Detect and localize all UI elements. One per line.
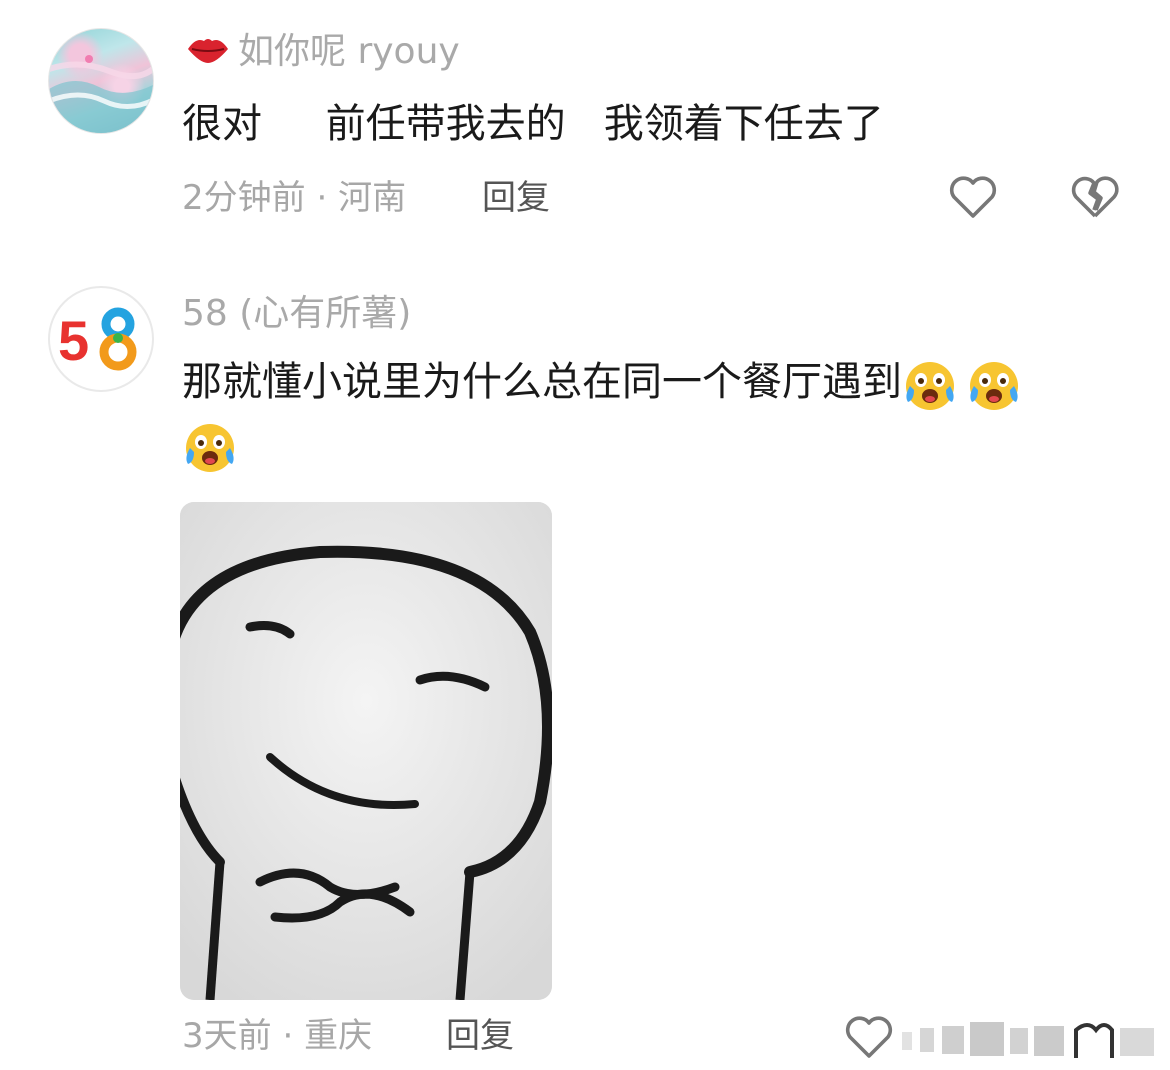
username-text: 如你呢 ryouy [238,31,460,72]
comment-location: 河南 [338,178,407,218]
broken-heart-icon[interactable] [1068,170,1122,224]
reply-button[interactable]: 回复 [446,1014,514,1058]
reply-button[interactable]: 回复 [482,176,550,220]
smirking-meme-sticker[interactable] [180,502,552,1000]
avatar[interactable]: 5 [48,286,154,392]
heart-outline-icon[interactable] [842,1010,896,1064]
avatar[interactable] [48,28,154,134]
comment-item: 5 58 (心有所薯) 那就懂小说里为什么总在同一个餐厅遇到 [0,270,1170,1070]
comment-meta: 2分钟前 · 河南 [182,176,406,220]
username[interactable]: 58 (心有所薯) [182,292,411,336]
meta-separator: · [316,178,328,218]
username[interactable]: 如你呢 ryouy [186,30,460,74]
watermark-overlay [902,1022,1154,1058]
brand-58-logo-icon: 5 [58,307,137,372]
comment-time: 3天前 [182,1016,272,1056]
meme-face-image [180,502,552,1000]
sea-photo-avatar [49,55,153,133]
avatar-text-five: 5 [58,309,89,372]
crying-laughing-face-icon [182,418,238,474]
comment-item: 如你呢 ryouy 很对 前任带我去的 我领着下任去了 2分钟前 · 河南 回复 [0,0,1170,240]
meta-separator: · [282,1016,294,1056]
heart-outline-icon[interactable] [946,170,1000,224]
comment-meta: 3天前 · 重庆 [182,1014,372,1058]
comment-text: 那就懂小说里为什么总在同一个餐厅遇到 [182,352,1122,474]
comment-text: 很对 前任带我去的 我领着下任去了 [182,101,884,147]
crying-laughing-face-icon [902,356,958,412]
comment-text-body: 那就懂小说里为什么总在同一个餐厅遇到 [182,359,902,405]
comment-time: 2分钟前 [182,178,306,218]
crying-laughing-face-icon [966,356,1022,412]
lips-icon [188,39,228,63]
comment-location: 重庆 [304,1016,373,1056]
